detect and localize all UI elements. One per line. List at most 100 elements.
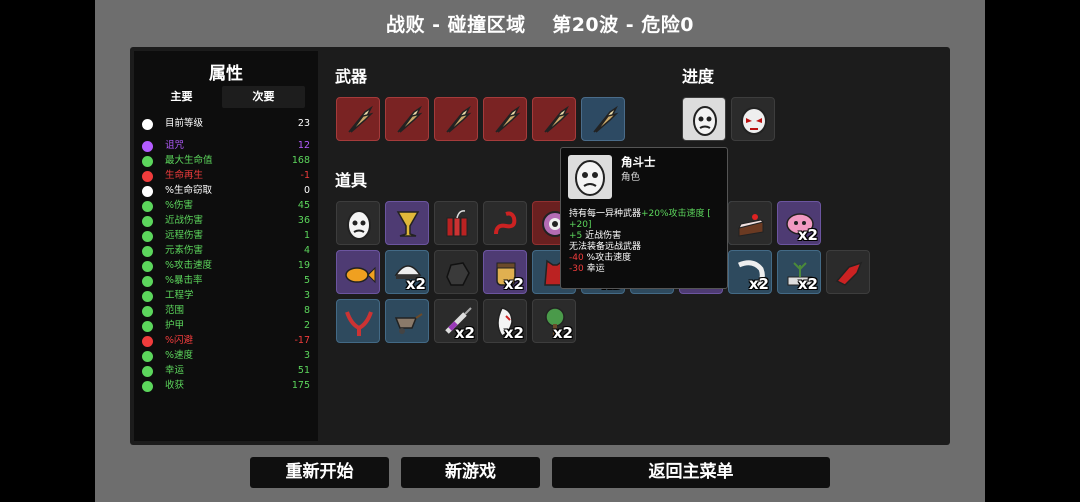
item-quantity: x2	[797, 275, 818, 293]
stat-row: %伤害 45	[142, 199, 310, 213]
stat-icon	[142, 336, 153, 347]
stat-row: 目前等级 23	[142, 117, 310, 131]
run-summary-title: 战败 - 碰撞区域 第20波 - 危险0	[385, 14, 694, 36]
tooltip-line-5: -40 %攻击速度	[569, 253, 631, 264]
inventory-slot[interactable]: x2	[777, 250, 821, 294]
stat-value: -17	[294, 335, 310, 346]
inventory-slot[interactable]	[728, 201, 772, 245]
stat-label: 诅咒	[165, 140, 185, 151]
inventory-slot[interactable]	[336, 250, 380, 294]
stat-value: 1	[303, 230, 310, 241]
inventory-slot[interactable]	[434, 97, 478, 141]
inventory-slot[interactable]: x2	[777, 201, 821, 245]
tooltip-name: 角斗士	[621, 155, 656, 169]
stat-row: %暴击率 5	[142, 274, 310, 288]
stat-value: 8	[303, 305, 310, 316]
inventory-slot[interactable]: x2	[483, 250, 527, 294]
inventory-slot[interactable]	[826, 250, 870, 294]
stat-label: %暴击率	[165, 275, 203, 286]
item-quantity: x2	[797, 226, 818, 244]
stat-row: 远程伤害 1	[142, 229, 310, 243]
stat-value: 0	[303, 185, 310, 196]
item-quantity: x2	[454, 324, 475, 342]
stat-label: 生命再生	[165, 170, 204, 181]
item-quantity: x2	[503, 324, 524, 342]
inventory-slot[interactable]	[581, 97, 625, 141]
stat-row: %生命窃取 0	[142, 184, 310, 198]
item-quantity: x2	[405, 275, 426, 293]
inventory-slot[interactable]: x2	[532, 299, 576, 343]
inventory-slot[interactable]	[385, 299, 429, 343]
tooltip-type: 角色	[621, 172, 641, 183]
stat-icon	[142, 366, 153, 377]
stat-icon	[142, 216, 153, 227]
stat-icon	[142, 306, 153, 317]
inventory-slot[interactable]	[483, 97, 527, 141]
inventory-slot[interactable]	[336, 201, 380, 245]
stat-icon	[142, 171, 153, 182]
stat-row: 诅咒 12	[142, 139, 310, 153]
stats-panel: 属性 主要 次要 目前等级 23 诅咒 12 最大生命值 168 生命再生 -1 %生命窃取 0%…	[134, 51, 318, 441]
stat-label: %速度	[165, 350, 194, 361]
stat-label: %伤害	[165, 200, 194, 211]
stat-icon	[142, 351, 153, 362]
inventory-slot[interactable]: x2	[385, 250, 429, 294]
stat-icon	[142, 381, 153, 392]
tooltip-line-4: 无法装备远战武器	[569, 242, 642, 252]
new-game-button[interactable]: 新游戏	[401, 457, 540, 488]
inventory-slot[interactable]	[385, 97, 429, 141]
stat-icon	[142, 201, 153, 212]
stat-value: 5	[303, 275, 310, 286]
stat-value: 36	[297, 215, 310, 226]
tooltip-line-1: 持有每一异种武器+20%攻击速度 [	[569, 209, 711, 220]
inventory-slot[interactable]	[385, 201, 429, 245]
stat-label: 最大生命值	[165, 155, 213, 166]
stats-title: 属性	[209, 64, 243, 84]
stat-icon	[142, 231, 153, 242]
stat-icon	[142, 261, 153, 272]
inventory-slot[interactable]	[336, 97, 380, 141]
inventory-slot[interactable]	[434, 201, 478, 245]
inventory-slot[interactable]: x2	[483, 299, 527, 343]
tooltip-line-3-value: +5	[569, 231, 583, 241]
stat-value: 51	[297, 365, 310, 376]
tooltip-line-6-value: -30	[569, 264, 584, 274]
tooltip-line-1-text: 持有每一异种武器	[569, 209, 642, 219]
stat-row: 元素伤害 4	[142, 244, 310, 258]
stat-value: 12	[297, 140, 310, 151]
tab-secondary-stats[interactable]: 次要	[222, 86, 305, 108]
item-quantity: x2	[552, 324, 573, 342]
inventory-slot[interactable]	[731, 97, 775, 141]
progress-heading: 进度	[682, 67, 715, 86]
inventory-slot[interactable]	[483, 201, 527, 245]
stat-row: 工程学 3	[142, 289, 310, 303]
stat-label: %闪避	[165, 335, 194, 346]
stat-label: 目前等级	[165, 118, 204, 129]
inventory-slot[interactable]	[336, 299, 380, 343]
stat-label: 幸运	[165, 365, 185, 376]
stat-row: 幸运 51	[142, 364, 310, 378]
tab-primary-stats[interactable]: 主要	[140, 86, 223, 108]
item-quantity: x2	[503, 275, 524, 293]
inventory-slot[interactable]	[532, 97, 576, 141]
stat-label: 元素伤害	[165, 245, 204, 256]
gladiator-face-icon	[568, 155, 612, 199]
inventory-slot[interactable]	[682, 97, 726, 141]
inventory-slot[interactable]	[434, 250, 478, 294]
stat-value: 168	[291, 155, 310, 166]
main-menu-button[interactable]: 返回主菜单	[552, 457, 830, 488]
stat-icon	[142, 141, 153, 152]
tooltip-line-1-bonus: +20%攻击速度 [	[641, 209, 711, 219]
stat-icon	[142, 156, 153, 167]
restart-button[interactable]: 重新开始	[250, 457, 389, 488]
stat-value: 23	[297, 118, 310, 129]
stat-label: %生命窃取	[165, 185, 213, 196]
tooltip-line-5-text: %攻击速度	[583, 253, 632, 263]
stat-row: %速度 3	[142, 349, 310, 363]
stat-value: 175	[291, 380, 310, 391]
inventory-slot[interactable]: x2	[434, 299, 478, 343]
character-tooltip: 角斗士 角色 持有每一异种武器+20%攻击速度 [ +20] +5 近战伤害 无…	[560, 147, 728, 289]
stat-label: 范围	[165, 305, 185, 316]
inventory-slot[interactable]: x2	[728, 250, 772, 294]
stat-value: 45	[297, 200, 310, 211]
